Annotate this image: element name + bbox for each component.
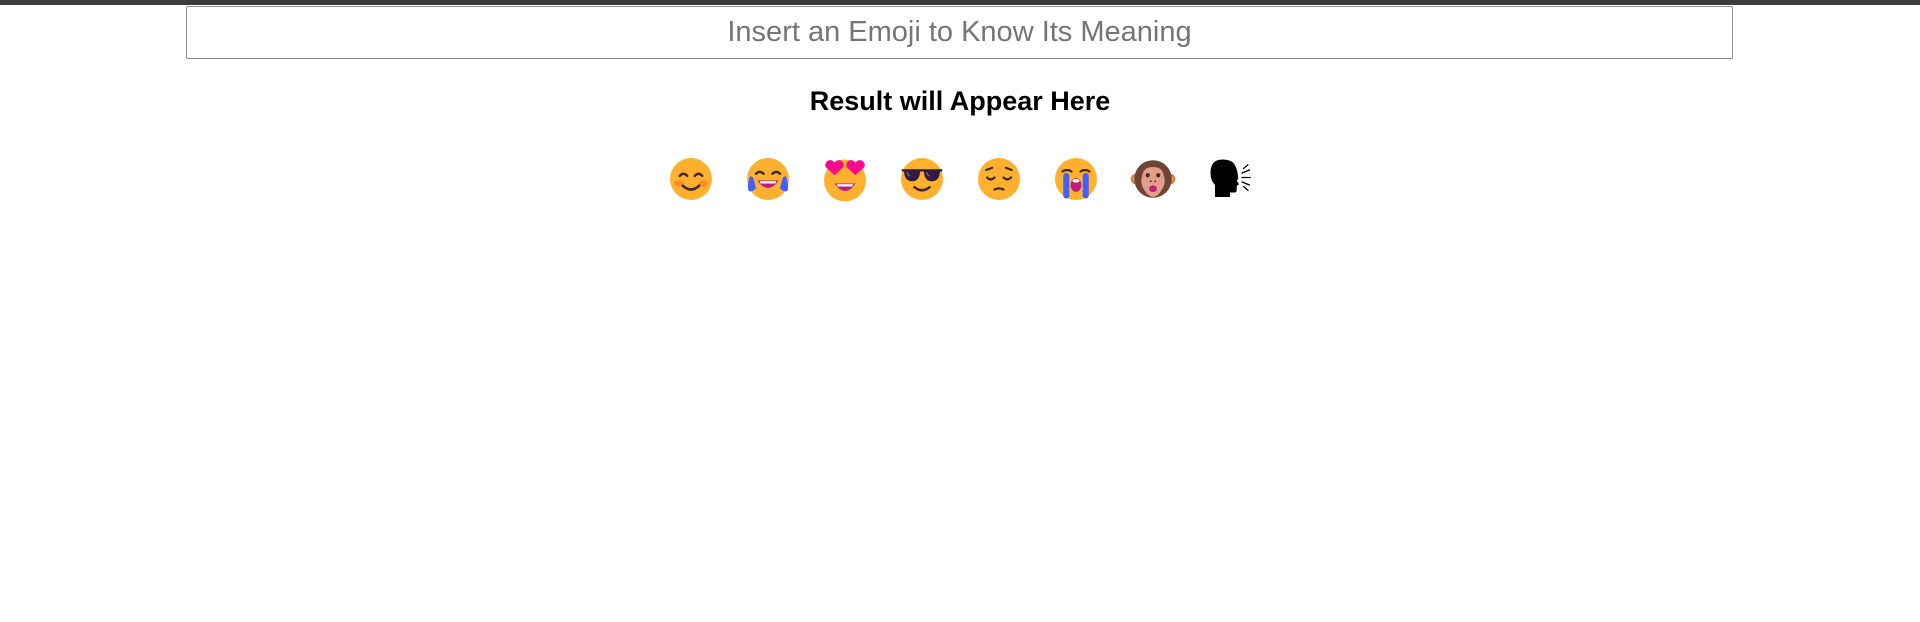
emoji-item[interactable] bbox=[820, 154, 869, 204]
emoji-item[interactable] bbox=[1205, 154, 1254, 204]
speaking-head-icon bbox=[1206, 155, 1254, 203]
pensive-face-icon bbox=[975, 155, 1023, 203]
loudly-crying-face-icon bbox=[1052, 155, 1100, 203]
browser-top-bar bbox=[0, 0, 1920, 5]
emoji-list bbox=[0, 154, 1920, 204]
emoji-item[interactable] bbox=[1128, 154, 1177, 204]
result-text: Result will Appear Here bbox=[809, 86, 1111, 116]
emoji-item[interactable] bbox=[743, 154, 792, 204]
smiling-face-with-heart-eyes-icon bbox=[821, 155, 869, 203]
smiling-face-with-smiling-eyes-icon bbox=[667, 155, 715, 203]
smiling-face-with-sunglasses-icon bbox=[898, 155, 946, 203]
emoji-item[interactable] bbox=[974, 154, 1023, 204]
monkey-face-icon bbox=[1129, 155, 1177, 203]
face-with-tears-of-joy-icon bbox=[744, 155, 792, 203]
emoji-item[interactable] bbox=[1051, 154, 1100, 204]
emoji-search-input[interactable] bbox=[186, 6, 1733, 59]
emoji-item[interactable] bbox=[666, 154, 715, 204]
emoji-item[interactable] bbox=[897, 154, 946, 204]
